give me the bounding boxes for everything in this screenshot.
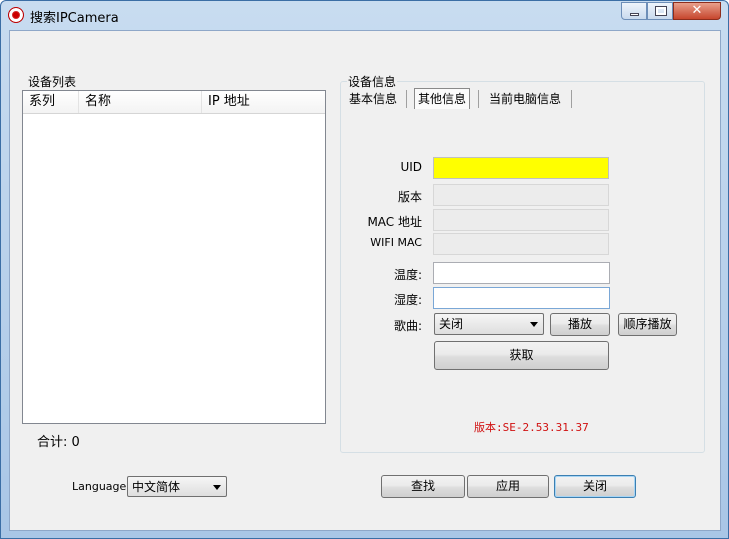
humidity-label: 湿度: xyxy=(393,293,422,307)
tab-separator xyxy=(571,90,572,108)
window-title: 搜索IPCamera xyxy=(30,11,119,26)
window-close-button[interactable]: ✕ xyxy=(673,2,721,20)
close-button[interactable]: 关闭 xyxy=(554,475,636,498)
device-list-header: 系列 名称 IP 地址 xyxy=(23,91,325,114)
maximize-icon xyxy=(655,6,667,16)
version-label: 版本 xyxy=(397,190,422,204)
mac-address-field xyxy=(433,209,609,231)
tab-separator xyxy=(406,90,407,108)
maximize-button[interactable] xyxy=(647,2,673,20)
humidity-field[interactable] xyxy=(433,287,610,309)
temperature-label: 温度: xyxy=(393,268,422,282)
chevron-down-icon xyxy=(213,485,221,490)
device-info-label: 设备信息 xyxy=(347,73,398,90)
song-selected-value: 关闭 xyxy=(439,317,464,331)
language-select[interactable]: 中文简体 xyxy=(127,476,227,497)
play-button[interactable]: 播放 xyxy=(550,313,610,336)
tab-other-info[interactable]: 其他信息 xyxy=(414,88,471,109)
wifi-mac-field xyxy=(433,233,609,255)
minimize-icon xyxy=(630,13,639,16)
chevron-down-icon xyxy=(530,322,538,327)
sequential-play-button[interactable]: 顺序播放 xyxy=(618,313,677,336)
version-field xyxy=(433,184,609,206)
close-icon: ✕ xyxy=(691,3,703,18)
tab-computer-info[interactable]: 当前电脑信息 xyxy=(486,89,564,109)
search-button[interactable]: 查找 xyxy=(381,475,465,498)
device-total: 合计: 0 xyxy=(37,435,80,450)
song-label: 歌曲: xyxy=(393,319,422,333)
firmware-version-text: 版本:SE-2.53.31.37 xyxy=(474,421,589,434)
tab-basic-info[interactable]: 基本信息 xyxy=(346,89,400,109)
temperature-field[interactable] xyxy=(433,262,610,284)
minimize-button[interactable] xyxy=(621,2,647,20)
device-list-label: 设备列表 xyxy=(27,73,78,90)
fetch-button[interactable]: 获取 xyxy=(434,341,609,370)
uid-field[interactable] xyxy=(433,157,609,179)
song-select[interactable]: 关闭 xyxy=(434,313,544,335)
title-bar[interactable]: 搜索IPCamera ✕ xyxy=(1,1,728,29)
column-ip-address[interactable]: IP 地址 xyxy=(202,91,325,113)
mac-address-label: MAC 地址 xyxy=(367,215,422,229)
column-name[interactable]: 名称 xyxy=(79,91,202,113)
uid-label: UID xyxy=(400,160,422,174)
wifi-mac-label: WIFI MAC xyxy=(370,236,422,249)
language-selected-value: 中文简体 xyxy=(132,480,181,494)
language-label: Language xyxy=(72,480,127,493)
tab-separator xyxy=(478,90,479,108)
column-series[interactable]: 系列 xyxy=(23,91,79,113)
device-list-table[interactable]: 系列 名称 IP 地址 xyxy=(22,90,326,424)
camera-app-icon xyxy=(8,7,24,23)
apply-button[interactable]: 应用 xyxy=(467,475,549,498)
